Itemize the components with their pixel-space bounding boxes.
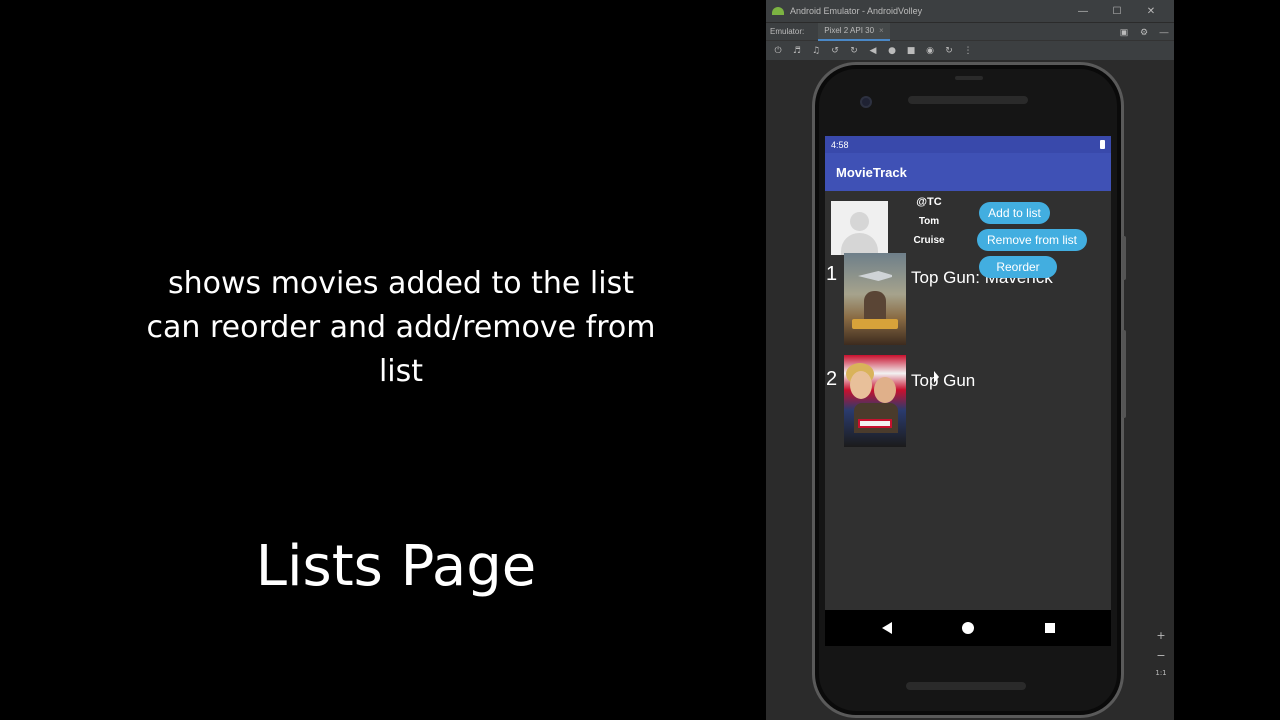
- battery-icon: [1100, 140, 1105, 149]
- rotate-right-icon[interactable]: ↻: [846, 44, 862, 58]
- recents-icon[interactable]: [1045, 623, 1055, 633]
- movie-rank: 2: [826, 368, 838, 390]
- front-camera-icon: [860, 96, 872, 108]
- profile-handle: @TC: [916, 196, 942, 208]
- layout-icon[interactable]: ▣: [1118, 27, 1130, 37]
- device-tab-label: Pixel 2 API 30: [824, 26, 875, 35]
- jet-graphic: [858, 271, 892, 281]
- avatar-body: [841, 233, 878, 255]
- poster-logo: [858, 419, 892, 428]
- movie-poster[interactable]: [844, 253, 906, 345]
- app-screen: 4:58 MovieTrack @TC Tom Cruise 1 Top Gun…: [825, 136, 1111, 610]
- figure-graphic: [854, 403, 898, 433]
- maximize-button[interactable]: ☐: [1100, 6, 1134, 17]
- status-bar: 4:58: [825, 136, 1111, 153]
- add-to-list-button[interactable]: Add to list: [979, 202, 1050, 224]
- zoom-rail: + − 1:1: [1150, 61, 1174, 720]
- description-line-3: list: [378, 354, 424, 389]
- emulator-toolbar: ⏻ ♬ ♫ ↺ ↻ ◀ ● ■ ◉ ↻ ⋮: [766, 40, 1174, 60]
- more-icon[interactable]: ⋮: [960, 44, 976, 58]
- volume-up-icon[interactable]: ♬: [789, 44, 805, 58]
- power-icon[interactable]: ⏻: [770, 44, 786, 58]
- pilot-graphic: [864, 291, 886, 321]
- android-icon: [772, 7, 784, 15]
- emulator-titlebar: Android Emulator - AndroidVolley — ☐ ✕: [766, 0, 1174, 22]
- app-title: MovieTrack: [836, 164, 907, 180]
- app-bar: MovieTrack: [825, 153, 1111, 191]
- zoom-ratio-button[interactable]: 1:1: [1154, 669, 1168, 677]
- movie-rank: 1: [826, 263, 838, 285]
- close-tab-icon[interactable]: ×: [879, 26, 884, 35]
- earpiece: [955, 76, 983, 80]
- status-time: 4:58: [831, 139, 849, 150]
- description-text: shows movies added to the list can reord…: [100, 262, 702, 394]
- tab-pixel-2[interactable]: Pixel 2 API 30 ×: [818, 22, 890, 41]
- back-icon[interactable]: [882, 622, 892, 634]
- emulator-label: Emulator:: [770, 27, 805, 36]
- home-icon[interactable]: ●: [884, 44, 900, 58]
- face-graphic: [874, 377, 896, 403]
- movie-title[interactable]: Top Gun: [911, 371, 975, 391]
- profile-last-name: Cruise: [913, 235, 945, 246]
- emulator-tabbar: Emulator: Pixel 2 API 30 × ▣ ⚙ —: [766, 22, 1174, 41]
- mouse-cursor: [934, 371, 939, 383]
- description-line-1: shows movies added to the list: [168, 266, 634, 301]
- profile-first-name: Tom: [918, 216, 940, 227]
- overview-icon[interactable]: ■: [903, 44, 919, 58]
- speaker-grill: [908, 96, 1028, 104]
- face-graphic: [850, 371, 872, 399]
- poster-logo: [852, 319, 898, 329]
- zoom-out-button[interactable]: −: [1154, 649, 1168, 662]
- home-icon[interactable]: [962, 622, 974, 634]
- reorder-button[interactable]: Reorder: [979, 256, 1057, 278]
- rotate-left-icon[interactable]: ↺: [827, 44, 843, 58]
- window-title: Android Emulator - AndroidVolley: [790, 6, 923, 16]
- bottom-speaker: [906, 682, 1026, 690]
- avatar-head: [850, 212, 869, 231]
- power-key[interactable]: [1122, 236, 1126, 280]
- description-line-2: can reorder and add/remove from: [146, 310, 656, 345]
- android-nav-bar: [825, 610, 1111, 646]
- volume-key[interactable]: [1122, 330, 1126, 418]
- close-window-button[interactable]: ✕: [1134, 6, 1168, 17]
- hide-icon[interactable]: —: [1158, 27, 1170, 37]
- page-title: Lists Page: [255, 534, 537, 599]
- back-icon[interactable]: ◀: [865, 44, 881, 58]
- minimize-button[interactable]: —: [1066, 6, 1100, 17]
- snapshot-icon[interactable]: ↻: [941, 44, 957, 58]
- movie-poster[interactable]: [844, 355, 906, 447]
- avatar: [831, 201, 888, 255]
- remove-from-list-button[interactable]: Remove from list: [977, 229, 1087, 251]
- gear-icon[interactable]: ⚙: [1138, 27, 1150, 37]
- volume-down-icon[interactable]: ♫: [808, 44, 824, 58]
- zoom-in-button[interactable]: +: [1154, 629, 1168, 642]
- camera-icon[interactable]: ◉: [922, 44, 938, 58]
